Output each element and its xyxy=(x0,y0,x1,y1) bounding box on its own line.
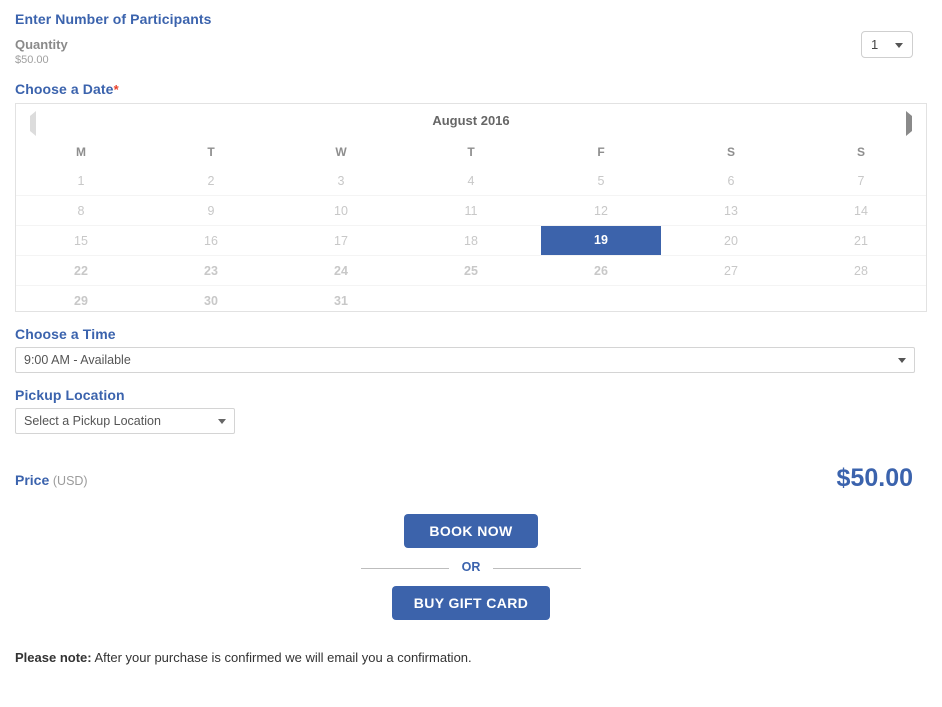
booking-form: Enter Number of Participants Quantity $5… xyxy=(0,0,942,665)
weekday-header: F xyxy=(597,145,605,159)
date-picker-calendar[interactable]: August 2016 M T W T F S S 1 2 3 4 5 6 7 8 9 10 11 1… xyxy=(15,103,927,315)
calendar-day-disabled: 6 xyxy=(727,173,735,188)
price-label: Price xyxy=(15,472,50,488)
calendar-week-row: 29 30 31 xyxy=(16,285,926,315)
calendar-week-row: 1 2 3 4 5 6 7 xyxy=(16,166,926,196)
calendar-day-disabled: 27 xyxy=(666,255,796,286)
time-section-label: Choose a Time xyxy=(15,326,116,342)
pickup-section-label: Pickup Location xyxy=(15,387,125,403)
calendar-week-row: 8 9 10 11 12 13 14 xyxy=(16,195,926,226)
calendar-day-empty xyxy=(666,285,796,315)
calendar-day-disabled: 10 xyxy=(276,195,406,226)
calendar-day-disabled: 4 xyxy=(467,173,475,188)
date-section-label: Choose a Date* xyxy=(15,81,927,97)
weekday-header: T xyxy=(207,145,215,159)
quantity-label: Quantity xyxy=(15,37,68,52)
quantity-select[interactable]: 1 xyxy=(861,31,913,58)
or-divider: OR xyxy=(361,560,581,575)
calendar-body: 1 2 3 4 5 6 7 8 9 10 11 12 13 14 15 16 17 18 19 20 21 22 23 24 2… xyxy=(16,166,926,315)
calendar-day-disabled: 9 xyxy=(146,195,276,226)
required-asterisk: * xyxy=(113,82,119,97)
weekday-header: T xyxy=(467,145,475,159)
time-select-value: 9:00 AM - Available xyxy=(24,353,131,367)
weekday-header: W xyxy=(335,145,347,159)
divider-line-right xyxy=(493,568,581,569)
unit-price-text: $50.00 xyxy=(15,54,49,66)
book-now-button[interactable]: BOOK NOW xyxy=(404,514,538,548)
calendar-grid: M T W T F S S 1 2 3 4 5 6 7 8 9 10 11 12 13 14 15 16 17 1… xyxy=(16,138,926,315)
footer-note-text: After your purchase is confirmed we will… xyxy=(91,650,472,665)
pickup-select-value: Select a Pickup Location xyxy=(24,414,161,428)
weekday-header: S xyxy=(726,145,735,159)
calendar-day-disabled: 3 xyxy=(337,173,345,188)
calendar-day-available[interactable]: 31 xyxy=(276,285,406,315)
calendar-header: August 2016 xyxy=(16,104,926,138)
quantity-value: 1 xyxy=(871,37,879,52)
calendar-day-empty xyxy=(406,285,536,315)
divider-line-left xyxy=(361,568,449,569)
calendar-day-available[interactable]: 30 xyxy=(146,285,276,315)
price-row: Price (USD) $50.00 xyxy=(15,464,927,506)
chevron-down-icon xyxy=(218,419,226,424)
pickup-location-select[interactable]: Select a Pickup Location xyxy=(15,408,235,434)
footer-note-bold: Please note: xyxy=(15,650,92,665)
calendar-day-empty xyxy=(536,285,666,315)
footer-note: Please note: After your purchase is conf… xyxy=(15,650,927,665)
calendar-day-label: 19 xyxy=(541,226,661,255)
calendar-day-available[interactable]: 23 xyxy=(146,255,276,286)
calendar-day-disabled: 11 xyxy=(406,195,536,226)
calendar-day-disabled: 5 xyxy=(597,173,605,188)
calendar-day-disabled: 21 xyxy=(796,225,926,256)
prev-month-icon[interactable] xyxy=(28,111,38,136)
calendar-day-disabled: 20 xyxy=(666,225,796,256)
chevron-down-icon xyxy=(895,43,903,48)
buy-gift-card-button[interactable]: BUY GIFT CARD xyxy=(391,586,551,620)
calendar-day-disabled: 1 xyxy=(77,173,85,188)
date-label-text: Choose a Date xyxy=(15,81,114,97)
calendar-day-available[interactable]: 25 xyxy=(406,255,536,286)
calendar-day-disabled: 8 xyxy=(16,195,146,226)
calendar-day-disabled: 15 xyxy=(16,225,146,256)
participants-section: Enter Number of Participants Quantity $5… xyxy=(15,0,927,69)
calendar-weekday-row: M T W T F S S xyxy=(16,138,926,166)
calendar-week-row: 15 16 17 18 19 20 21 xyxy=(16,225,926,256)
calendar-day-disabled: 14 xyxy=(796,195,926,226)
calendar-day-disabled: 2 xyxy=(207,173,215,188)
calendar-day-available[interactable]: 22 xyxy=(16,255,146,286)
calendar-day-available[interactable]: 26 xyxy=(536,255,666,286)
price-amount: $50.00 xyxy=(836,464,913,492)
time-select[interactable]: 9:00 AM - Available xyxy=(15,347,915,373)
price-currency: (USD) xyxy=(52,474,88,488)
calendar-day-disabled: 16 xyxy=(146,225,276,256)
actions-section: BOOK NOW OR BUY GIFT CARD xyxy=(15,514,927,620)
calendar-day-disabled: 28 xyxy=(796,255,926,286)
calendar-day-selected[interactable]: 19 xyxy=(536,225,666,256)
calendar-day-disabled: 13 xyxy=(666,195,796,226)
calendar-day-disabled: 12 xyxy=(536,195,666,226)
chevron-down-icon xyxy=(898,358,906,363)
weekday-header: M xyxy=(76,145,86,159)
calendar-day-empty xyxy=(796,285,926,315)
calendar-day-disabled: 18 xyxy=(406,225,536,256)
calendar-month-title: August 2016 xyxy=(432,113,510,128)
or-label: OR xyxy=(453,560,489,574)
participants-heading: Enter Number of Participants xyxy=(15,11,212,27)
calendar-day-disabled: 17 xyxy=(276,225,406,256)
calendar-day-available[interactable]: 29 xyxy=(16,285,146,315)
calendar-week-row: 22 23 24 25 26 27 28 xyxy=(16,255,926,286)
weekday-header: S xyxy=(856,145,865,159)
calendar-day-disabled: 7 xyxy=(857,173,865,188)
calendar-day-available[interactable]: 24 xyxy=(276,255,406,286)
next-month-icon[interactable] xyxy=(904,111,914,136)
